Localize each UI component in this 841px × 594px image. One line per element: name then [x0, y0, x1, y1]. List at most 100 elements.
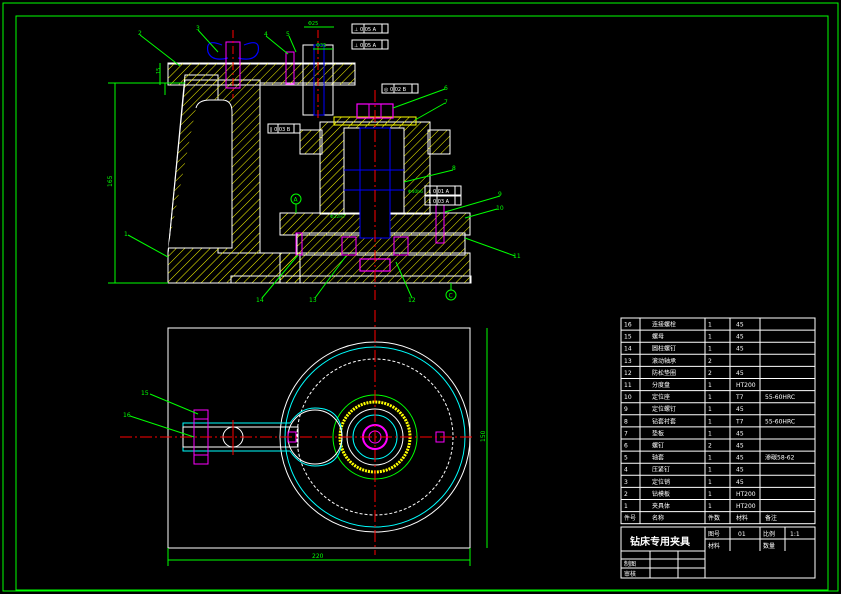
bom-cell-qty: 1	[708, 491, 712, 498]
bom-cell-qty: 2	[708, 443, 712, 450]
balloon-5: 5	[286, 31, 290, 38]
bom-cell-note: 渗碳58-62	[765, 454, 795, 462]
bom-cell-mat: 45	[736, 334, 744, 341]
bom-cell-no: 6	[624, 443, 628, 450]
balloon-12: 12	[408, 297, 416, 304]
bom-cell-no: 2	[624, 491, 628, 498]
bom-header-no: 件号	[624, 514, 636, 522]
bom-cell-name: 压紧钉	[652, 466, 670, 474]
cad-drawing-canvas: 165 15 Φ25 Φ35 Φ40h6 Φ22H7 A C ⊥ 0.05 A …	[0, 0, 841, 594]
base-plate-outline	[167, 327, 471, 549]
tol-frame-5: ⊥ 0.01 A	[427, 189, 450, 195]
bom-header-name: 名称	[652, 514, 664, 522]
bom-cell-qty: 2	[708, 370, 712, 377]
bom-cell-qty: 1	[708, 503, 712, 510]
bom-cell-mat: 45	[736, 479, 744, 486]
balloon-15: 15	[141, 390, 149, 397]
bom-header-qty: 件数	[708, 514, 720, 522]
bom-cell-note: 55-60HRC	[765, 418, 795, 425]
bom-cell-name: 分度盘	[652, 381, 670, 389]
bom-cell-no: 11	[624, 382, 632, 389]
fixture-drawing: 165 15 Φ25 Φ35 Φ40h6 Φ22H7 A C ⊥ 0.05 A …	[2, 2, 839, 592]
bom-cell-mat: 45	[736, 406, 744, 413]
bom-cell-name: 螺钉	[652, 442, 664, 450]
bom-cell-no: 15	[624, 334, 632, 341]
tol-frame-3: ◎ 0.02 B	[384, 87, 407, 93]
bom-cell-qty: 1	[708, 382, 712, 389]
bom-cell-mat: 45	[736, 346, 744, 353]
tol-frame-1: ⊥ 0.05 A	[354, 27, 377, 33]
bom-cell-qty: 1	[708, 430, 712, 437]
bom-cell-qty: 1	[708, 467, 712, 474]
checked-label: 审核	[624, 570, 636, 578]
balloon-13: 13	[309, 297, 317, 304]
bom-cell-no: 9	[624, 406, 628, 413]
dim-height: 165	[107, 175, 114, 187]
bill-of-materials: 16 连接螺栓 1 4515 螺母 1 4514 圆柱螺钉 1 4513 滚动轴承 212 防松垫圈 2 4…	[620, 317, 816, 525]
bom-cell-name: 夹具体	[652, 502, 670, 510]
bom-cell-qty: 1	[708, 418, 712, 425]
balloon-9: 9	[498, 191, 502, 198]
svg-text:Φ40h6: Φ40h6	[408, 189, 423, 195]
bom-cell-name: 螺母	[652, 333, 664, 341]
bom-cell-no: 3	[624, 479, 628, 486]
bom-cell-no: 4	[624, 467, 628, 474]
outer-border	[2, 2, 839, 592]
dim-width: 220	[312, 553, 324, 560]
balloon-7: 7	[444, 99, 448, 106]
bom-cell-mat: 45	[736, 467, 744, 474]
bom-cell-qty: 1	[708, 322, 712, 329]
bom-cell-qty: 1	[708, 479, 712, 486]
bom-cell-name: 定位螺钉	[652, 405, 676, 413]
datum-c: C	[449, 293, 453, 300]
bom-cell-name: 定位销	[652, 478, 670, 486]
scale-label: 比例	[763, 530, 775, 538]
qty-label: 数量	[763, 542, 775, 550]
scale-value: 1:1	[790, 531, 800, 538]
material-label: 材料	[708, 542, 720, 550]
bom-cell-name: 轴套	[652, 454, 664, 462]
bom-cell-mat: HT200	[736, 491, 756, 498]
bom-cell-name: 连接螺栓	[652, 321, 676, 329]
balloon-2: 2	[138, 30, 142, 37]
bom-cell-no: 12	[624, 370, 632, 377]
bom-cell-mat: 45	[736, 322, 744, 329]
bom-cell-mat: 45	[736, 443, 744, 450]
drawing-no: 01	[738, 531, 746, 538]
bom-cell-qty: 1	[708, 346, 712, 353]
tol-frame-4: ∥ 0.03 B	[270, 127, 291, 133]
drill-plate-section	[167, 62, 356, 86]
balloon-6: 6	[444, 85, 448, 92]
balloon-14: 14	[256, 297, 264, 304]
balloon-4: 4	[264, 31, 268, 38]
balloon-10: 10	[496, 205, 504, 212]
bom-cell-no: 14	[624, 346, 632, 353]
dim-phi35: Φ35	[316, 43, 326, 49]
bom-cell-qty: 1	[708, 394, 712, 401]
bom-cell-no: 16	[624, 322, 632, 329]
svg-text:Φ22H7: Φ22H7	[330, 214, 346, 220]
bom-cell-mat: 45	[736, 455, 744, 462]
tol-frame-6: ⊥ 0.03 A	[427, 199, 450, 205]
balloon-3: 3	[196, 25, 200, 32]
tol-frame-2: ⊥ 0.05 A	[354, 43, 377, 49]
drawing-no-label: 图号	[708, 531, 720, 538]
bom-cell-mat: 45	[736, 370, 744, 377]
bom-cell-mat: T7	[735, 394, 744, 401]
bom-cell-name: 钻模板	[652, 490, 670, 498]
bom-header-mat: 材料	[736, 514, 748, 522]
bom-cell-name: 定位座	[652, 393, 670, 401]
datum-a: A	[294, 197, 299, 204]
bom-cell-qty: 1	[708, 334, 712, 341]
bom-cell-no: 8	[624, 418, 628, 425]
bom-cell-name: 垫板	[652, 429, 664, 437]
bom-cell-no: 10	[624, 394, 632, 401]
top-view: 220 150 15 16	[120, 310, 488, 566]
balloon-16: 16	[123, 412, 131, 419]
bom-cell-no: 1	[624, 503, 628, 510]
balloon-11: 11	[513, 253, 521, 260]
bom-cell-note: 55-60HRC	[765, 394, 795, 401]
dim-phi25: Φ25	[308, 21, 318, 27]
bom-cell-qty: 1	[708, 406, 712, 413]
drawn-label: 制图	[624, 560, 636, 568]
